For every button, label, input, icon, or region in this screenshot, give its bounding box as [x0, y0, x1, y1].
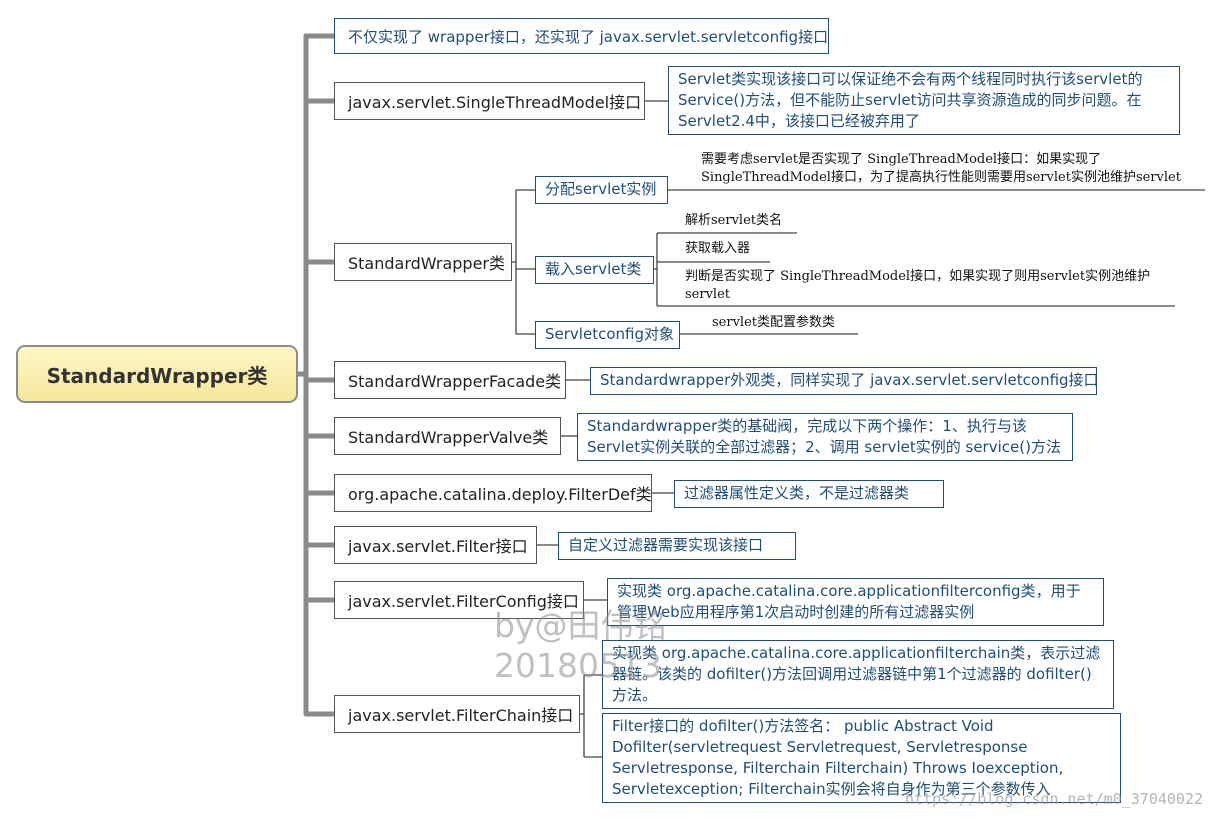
- branch-standardwrapper[interactable]: StandardWrapper类: [334, 243, 512, 281]
- branch-wrapper-interfaces[interactable]: 不仅实现了 wrapper接口，还实现了 javax.servlet.servl…: [334, 18, 829, 54]
- valve-description[interactable]: Standardwrapper类的基础阀，完成以下两个操作：1、执行与该Serv…: [577, 413, 1073, 461]
- singlethread-description[interactable]: Servlet类实现该接口可以保证绝不会有两个线程同时执行该servlet的Se…: [668, 66, 1180, 135]
- load-note-get-loader: 获取载入器: [685, 241, 751, 256]
- load-note-parse-name: 解析servlet类名: [685, 213, 782, 228]
- branch-standardwrapperfacade[interactable]: StandardWrapperFacade类: [334, 361, 566, 399]
- author-watermark: by@田伟铭 20180513: [494, 606, 666, 686]
- load-servlet-node[interactable]: 载入servlet类: [535, 256, 654, 284]
- watermark-author: by@田伟铭: [494, 606, 667, 645]
- branch-filterdef[interactable]: org.apache.catalina.deploy.FilterDef类: [334, 474, 652, 512]
- filterconfig-description[interactable]: 实现类 org.apache.catalina.core.application…: [607, 578, 1104, 626]
- servletconfig-note: servlet类配置参数类: [712, 315, 835, 330]
- alloc-servlet-node[interactable]: 分配servlet实例: [535, 176, 668, 204]
- filterchain-impl-description[interactable]: 实现类 org.apache.catalina.core.application…: [602, 640, 1114, 709]
- watermark-date: 20180513: [494, 646, 662, 685]
- servletconfig-node[interactable]: Servletconfig对象: [535, 321, 680, 349]
- alloc-servlet-note: 需要考虑servlet是否实现了 SingleThreadModel接口：如果实…: [701, 152, 1181, 185]
- filterdef-description[interactable]: 过滤器属性定义类，不是过滤器类: [674, 480, 944, 508]
- filter-description[interactable]: 自定义过滤器需要实现该接口: [558, 532, 796, 560]
- branch-standardwrappervalve[interactable]: StandardWrapperValve类: [334, 417, 561, 455]
- root-topic[interactable]: StandardWrapper类: [16, 345, 298, 403]
- url-watermark: https://blog.csdn.net/m0_37040022: [905, 790, 1204, 808]
- facade-description[interactable]: Standardwrapper外观类，同样实现了 javax.servlet.s…: [590, 367, 1099, 395]
- branch-filterchain[interactable]: javax.servlet.FilterChain接口: [334, 695, 580, 733]
- branch-filter[interactable]: javax.servlet.Filter接口: [334, 526, 537, 564]
- load-note-singlethread-check: 判断是否实现了 SingleThreadModel接口，如果实现了则用servl…: [685, 269, 1151, 302]
- branch-singlethreadmodel[interactable]: javax.servlet.SingleThreadModel接口: [334, 82, 645, 120]
